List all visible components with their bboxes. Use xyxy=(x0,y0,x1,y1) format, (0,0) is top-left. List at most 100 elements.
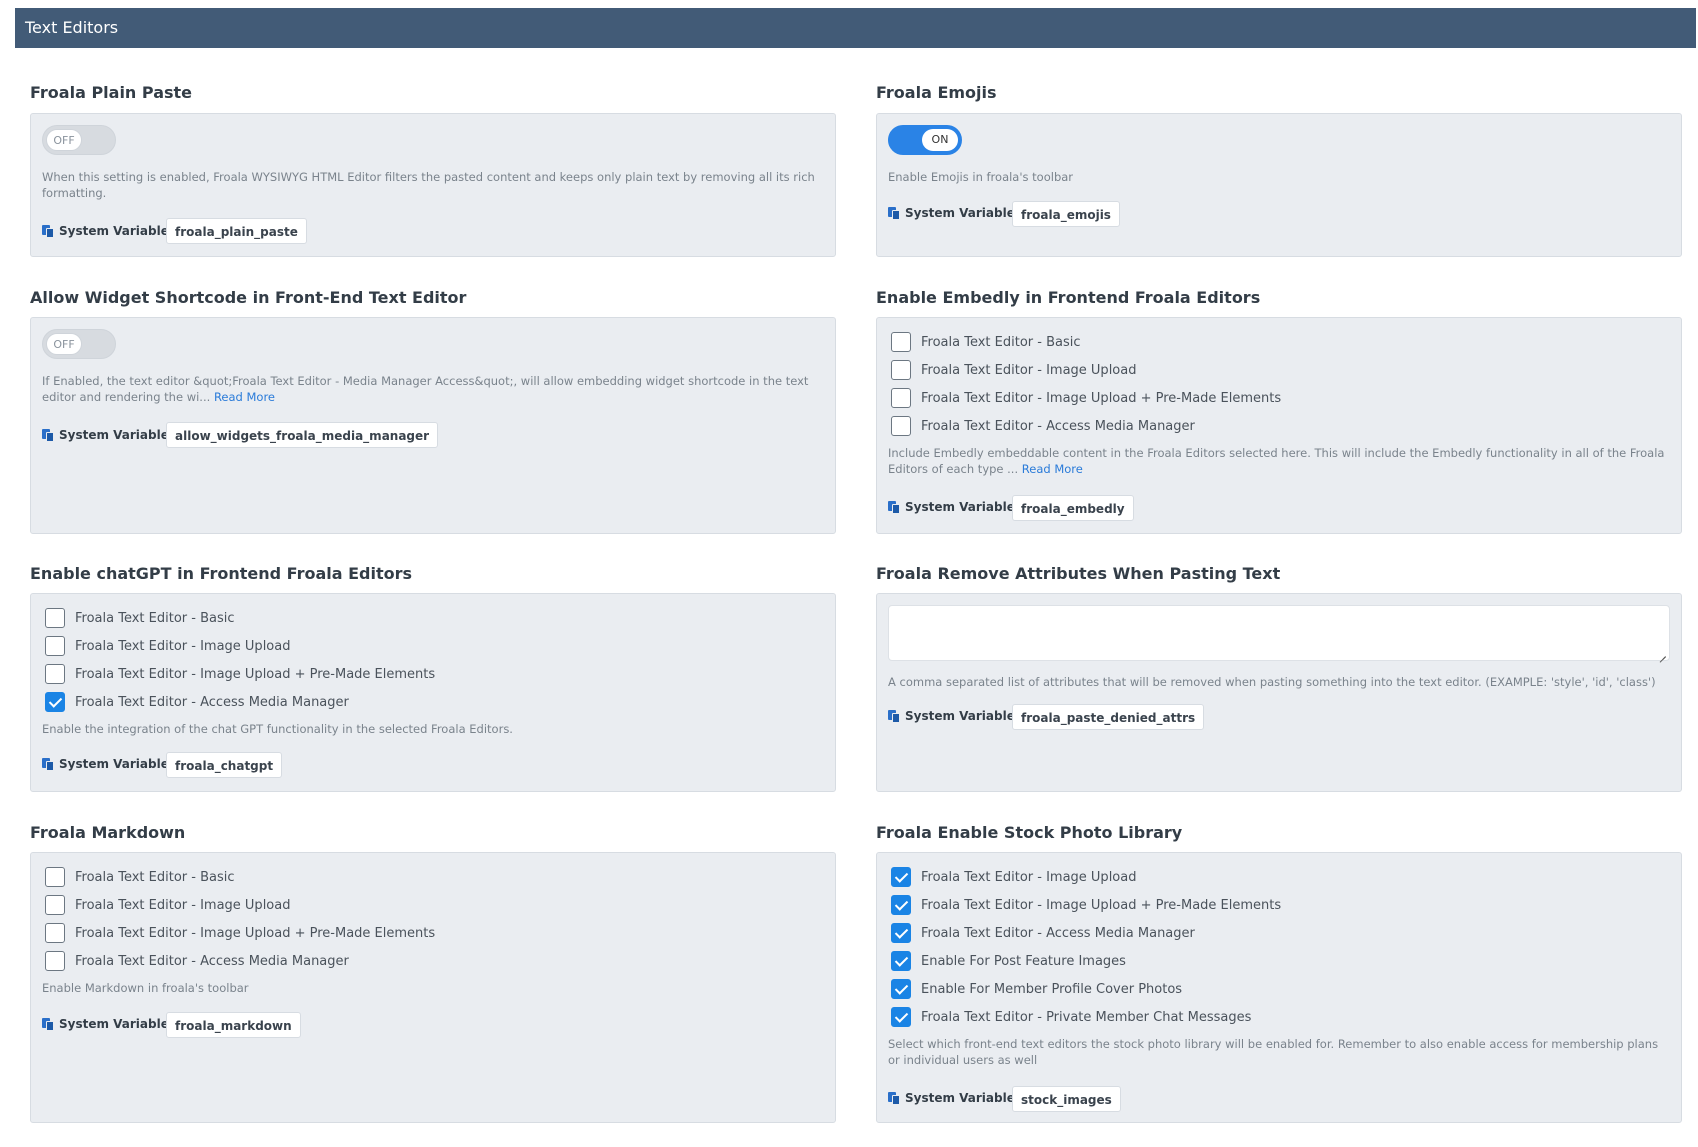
markdown-panel: Froala Text Editor - Basic Froala Text E… xyxy=(30,852,836,1123)
checkbox[interactable] xyxy=(45,923,65,943)
stock-photo-system-variable: System Variable xyxy=(888,1091,1015,1105)
chatgpt-option-premade[interactable]: Froala Text Editor - Image Upload + Pre-… xyxy=(45,663,435,685)
checkbox[interactable] xyxy=(45,867,65,887)
embedly-variable-name: froala_embedly xyxy=(1012,495,1134,521)
markdown-option-image-upload[interactable]: Froala Text Editor - Image Upload xyxy=(45,894,290,916)
plain-paste-variable-name: froala_plain_paste xyxy=(166,218,307,244)
widget-shortcode-description: If Enabled, the text editor &quot;Froala… xyxy=(42,373,822,405)
resize-handle-icon[interactable] xyxy=(1658,649,1666,657)
chatgpt-option-media-manager[interactable]: Froala Text Editor - Access Media Manage… xyxy=(45,691,349,713)
option-label: Froala Text Editor - Access Media Manage… xyxy=(921,418,1195,434)
system-variable-label: System Variable xyxy=(905,709,1015,723)
stock-option-media-manager[interactable]: Froala Text Editor - Access Media Manage… xyxy=(891,922,1195,944)
checkbox[interactable] xyxy=(891,416,911,436)
read-more-link[interactable]: Read More xyxy=(1022,462,1083,476)
system-variable-label: System Variable xyxy=(59,428,169,442)
markdown-option-media-manager[interactable]: Froala Text Editor - Access Media Manage… xyxy=(45,950,349,972)
option-label: Enable For Member Profile Cover Photos xyxy=(921,981,1183,997)
emojis-toggle[interactable]: ON xyxy=(888,125,962,155)
copy-icon[interactable] xyxy=(888,709,901,723)
stock-option-chat-messages[interactable]: Froala Text Editor - Private Member Chat… xyxy=(891,1006,1251,1028)
chatgpt-system-variable: System Variable xyxy=(42,757,169,771)
toggle-label: ON xyxy=(922,129,958,151)
chatgpt-description: Enable the integration of the chat GPT f… xyxy=(42,722,513,736)
copy-icon[interactable] xyxy=(888,1091,901,1105)
markdown-option-basic[interactable]: Froala Text Editor - Basic xyxy=(45,866,235,888)
checkbox[interactable] xyxy=(45,608,65,628)
emojis-title: Froala Emojis xyxy=(876,83,997,102)
embedly-option-basic[interactable]: Froala Text Editor - Basic xyxy=(891,331,1081,353)
checkbox[interactable] xyxy=(891,1007,911,1027)
checkbox[interactable] xyxy=(891,979,911,999)
option-label: Froala Text Editor - Basic xyxy=(921,334,1081,350)
system-variable-label: System Variable xyxy=(59,1017,169,1031)
emojis-variable-name: froala_emojis xyxy=(1012,201,1120,227)
checkbox[interactable] xyxy=(45,692,65,712)
option-label: Froala Text Editor - Basic xyxy=(75,610,235,626)
section-header: Text Editors xyxy=(15,8,1696,48)
option-label: Froala Text Editor - Access Media Manage… xyxy=(921,925,1195,941)
checkbox[interactable] xyxy=(45,951,65,971)
checkbox[interactable] xyxy=(45,664,65,684)
copy-icon[interactable] xyxy=(888,206,901,220)
stock-option-image-upload[interactable]: Froala Text Editor - Image Upload xyxy=(891,866,1136,888)
option-label: Froala Text Editor - Image Upload xyxy=(75,638,291,654)
checkbox[interactable] xyxy=(891,332,911,352)
stock-option-premade[interactable]: Froala Text Editor - Image Upload + Pre-… xyxy=(891,894,1281,916)
stock-option-cover-photos[interactable]: Enable For Member Profile Cover Photos xyxy=(891,978,1182,1000)
remove-attributes-textarea[interactable] xyxy=(888,605,1670,661)
option-label: Froala Text Editor - Image Upload + Pre-… xyxy=(921,390,1282,406)
markdown-description: Enable Markdown in froala's toolbar xyxy=(42,981,249,995)
checkbox[interactable] xyxy=(45,636,65,656)
chatgpt-variable-name: froala_chatgpt xyxy=(166,752,283,778)
emojis-system-variable: System Variable xyxy=(888,206,1015,220)
checkbox[interactable] xyxy=(891,923,911,943)
embedly-description-text: Include Embedly embeddable content in th… xyxy=(888,446,1665,476)
remove-attributes-variable-name: froala_paste_denied_attrs xyxy=(1012,704,1205,730)
copy-icon[interactable] xyxy=(888,500,901,514)
widget-description-text: If Enabled, the text editor &quot;Froala… xyxy=(42,374,809,404)
stock-photo-panel: Froala Text Editor - Image Upload Froala… xyxy=(876,852,1682,1123)
emojis-panel: ON Enable Emojis in froala's toolbar Sys… xyxy=(876,113,1682,257)
checkbox[interactable] xyxy=(891,951,911,971)
embedly-option-media-manager[interactable]: Froala Text Editor - Access Media Manage… xyxy=(891,415,1195,437)
markdown-title: Froala Markdown xyxy=(30,823,186,842)
embedly-option-premade[interactable]: Froala Text Editor - Image Upload + Pre-… xyxy=(891,387,1281,409)
copy-icon[interactable] xyxy=(42,757,55,771)
option-label: Froala Text Editor - Image Upload + Pre-… xyxy=(75,666,436,682)
system-variable-label: System Variable xyxy=(905,206,1015,220)
copy-icon[interactable] xyxy=(42,1017,55,1031)
plain-paste-toggle[interactable]: OFF xyxy=(42,125,116,155)
plain-paste-panel: OFF When this setting is enabled, Froala… xyxy=(30,113,836,257)
embedly-option-image-upload[interactable]: Froala Text Editor - Image Upload xyxy=(891,359,1136,381)
remove-attributes-title: Froala Remove Attributes When Pasting Te… xyxy=(876,564,1281,583)
option-label: Froala Text Editor - Private Member Chat… xyxy=(921,1009,1252,1025)
plain-paste-description: When this setting is enabled, Froala WYS… xyxy=(42,170,815,200)
read-more-link[interactable]: Read More xyxy=(214,390,275,404)
widget-shortcode-title: Allow Widget Shortcode in Front-End Text… xyxy=(30,288,467,307)
stock-option-post-feature-images[interactable]: Enable For Post Feature Images xyxy=(891,950,1126,972)
checkbox[interactable] xyxy=(891,388,911,408)
markdown-option-premade[interactable]: Froala Text Editor - Image Upload + Pre-… xyxy=(45,922,435,944)
checkbox[interactable] xyxy=(45,895,65,915)
widget-shortcode-toggle[interactable]: OFF xyxy=(42,329,116,359)
option-label: Enable For Post Feature Images xyxy=(921,953,1126,969)
copy-icon[interactable] xyxy=(42,428,55,442)
copy-icon[interactable] xyxy=(42,224,55,238)
checkbox[interactable] xyxy=(891,360,911,380)
option-label: Froala Text Editor - Access Media Manage… xyxy=(75,694,349,710)
chatgpt-option-basic[interactable]: Froala Text Editor - Basic xyxy=(45,607,235,629)
remove-attributes-description: A comma separated list of attributes tha… xyxy=(888,675,1656,689)
checkbox[interactable] xyxy=(891,895,911,915)
chatgpt-option-image-upload[interactable]: Froala Text Editor - Image Upload xyxy=(45,635,290,657)
system-variable-label: System Variable xyxy=(59,757,169,771)
embedly-description: Include Embedly embeddable content in th… xyxy=(888,445,1668,477)
checkbox[interactable] xyxy=(891,867,911,887)
stock-photo-description: Select which front-end text editors the … xyxy=(888,1037,1659,1067)
widget-shortcode-panel: OFF If Enabled, the text editor &quot;Fr… xyxy=(30,317,836,534)
emojis-description: Enable Emojis in froala's toolbar xyxy=(888,170,1074,184)
embedly-panel: Froala Text Editor - Basic Froala Text E… xyxy=(876,317,1682,534)
system-variable-label: System Variable xyxy=(905,1091,1015,1105)
markdown-system-variable: System Variable xyxy=(42,1017,169,1031)
system-variable-label: System Variable xyxy=(905,500,1015,514)
